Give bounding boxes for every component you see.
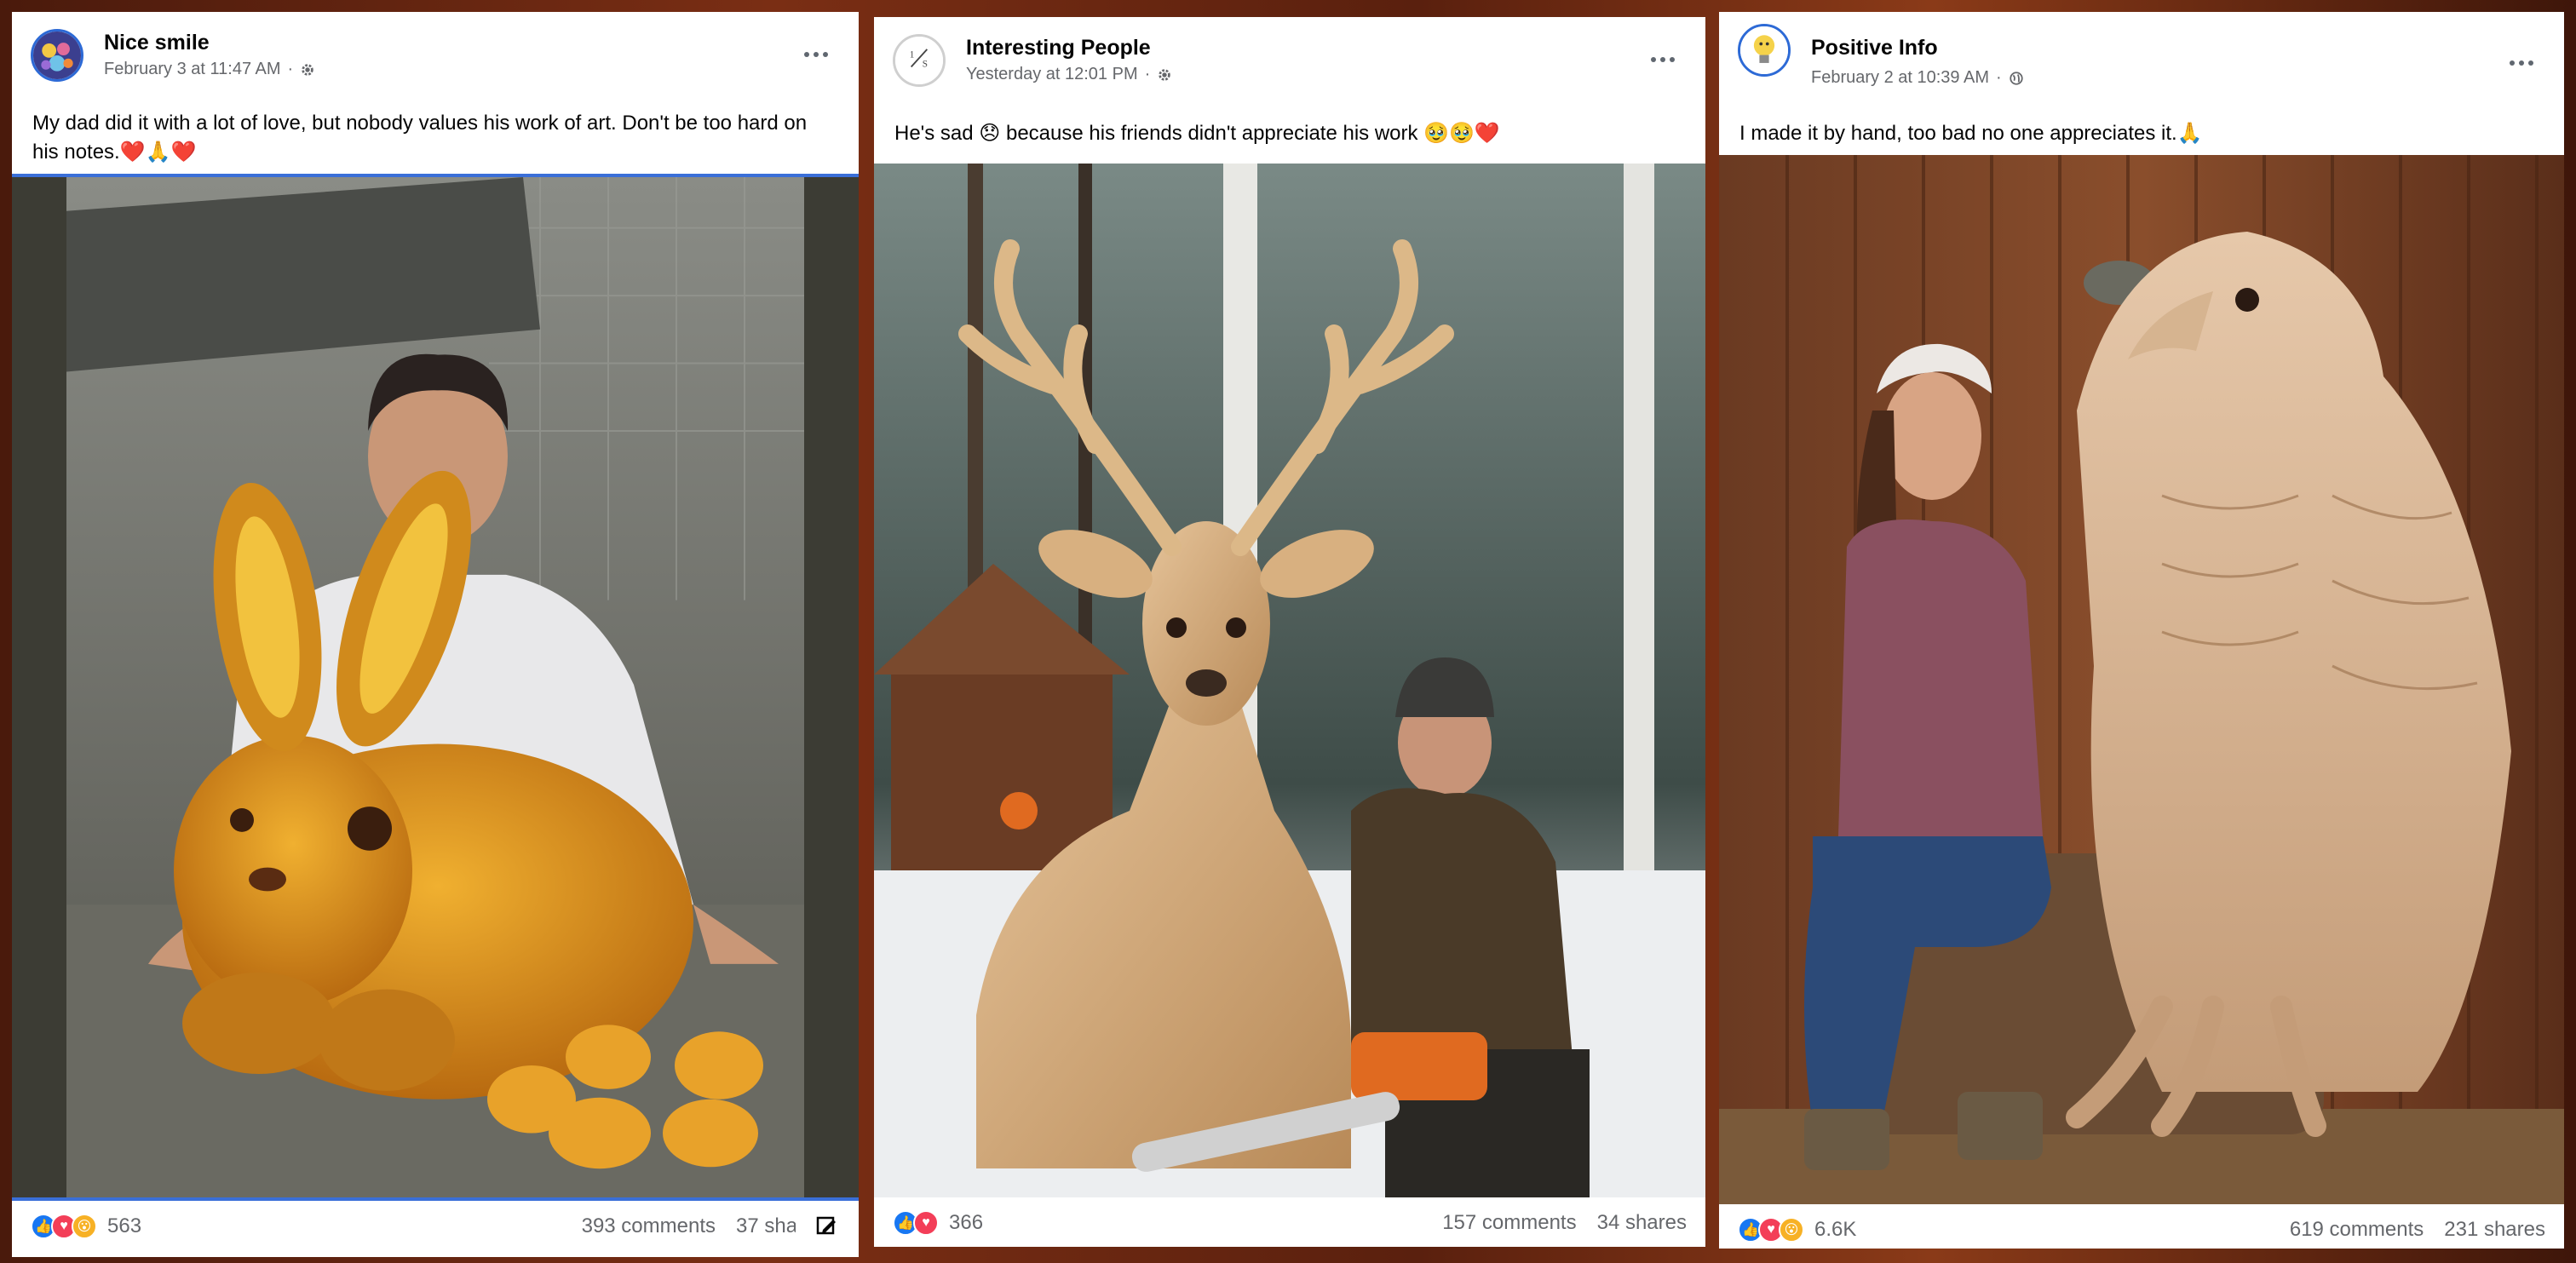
post-meta: February 3 at 11:47 AM · xyxy=(104,60,315,79)
shares-count[interactable]: 34 shares xyxy=(1597,1211,1687,1235)
edit-icon[interactable] xyxy=(813,1213,840,1240)
post-timestamp[interactable]: Yesterday at 12:01 PM xyxy=(966,65,1138,84)
post-card-nice-smile: Nice smile February 3 at 11:47 AM · My d… xyxy=(12,12,859,1257)
bread-bunny-photo xyxy=(12,177,859,1197)
more-dot-icon xyxy=(804,52,809,57)
page-name[interactable]: Positive Info xyxy=(1811,36,1938,60)
post-footer: 👍 ♥ 😮 563 393 comments 37 shares xyxy=(12,1201,859,1252)
meta-separator: · xyxy=(1996,68,2002,87)
post-meta: Yesterday at 12:01 PM · xyxy=(966,65,1172,84)
more-dot-icon xyxy=(814,52,819,57)
post-footer: 👍 ♥ 😮 6.6K 619 comments 231 shares xyxy=(1719,1204,2564,1249)
post-header: 1 S Interesting People Yesterday at 12:0… xyxy=(874,17,1705,87)
reaction-icons[interactable]: 👍 ♥ 😮 xyxy=(31,1214,97,1239)
more-dot-icon xyxy=(1651,57,1656,62)
post-caption: My dad did it with a lot of love, but no… xyxy=(32,112,808,164)
reaction-icons[interactable]: 👍 ♥ xyxy=(893,1210,939,1236)
love-icon: ♥ xyxy=(913,1210,939,1236)
reaction-count[interactable]: 366 xyxy=(949,1211,983,1235)
post-caption: He's sad 😞 because his friends didn't ap… xyxy=(894,122,1500,145)
more-options-button[interactable] xyxy=(1646,49,1680,70)
comments-count[interactable]: 393 comments xyxy=(582,1214,716,1238)
shares-count[interactable]: 231 shares xyxy=(2444,1218,2545,1242)
comments-count[interactable]: 619 comments xyxy=(2290,1218,2424,1242)
wooden-eagle-photo xyxy=(1719,155,2564,1204)
reaction-count[interactable]: 6.6K xyxy=(1814,1218,1856,1242)
post-caption: I made it by hand, too bad no one apprec… xyxy=(1739,122,2203,145)
post-header: Nice smile February 3 at 11:47 AM · xyxy=(12,12,859,82)
page-name[interactable]: Interesting People xyxy=(966,36,1151,60)
meta-separator: · xyxy=(1144,65,1151,83)
more-options-button[interactable] xyxy=(2504,53,2539,73)
lightbulb-icon xyxy=(1740,26,1788,74)
post-photo[interactable] xyxy=(12,174,859,1201)
meta-separator: · xyxy=(287,60,294,78)
more-dot-icon xyxy=(1660,57,1665,62)
svg-text:1: 1 xyxy=(910,49,915,60)
wooden-deer-photo xyxy=(874,164,1705,1197)
shares-count[interactable]: 37 shares xyxy=(736,1214,796,1238)
post-footer: 👍 ♥ 366 157 comments 34 shares xyxy=(874,1197,1705,1247)
svg-text:S: S xyxy=(923,59,928,69)
more-options-button[interactable] xyxy=(799,44,833,65)
page-avatar[interactable]: 1 S xyxy=(893,34,946,87)
gear-icon xyxy=(1159,68,1171,81)
pencil-icon xyxy=(816,1216,836,1235)
wow-icon: 😮 xyxy=(1779,1217,1804,1243)
reaction-count[interactable]: 563 xyxy=(107,1214,141,1238)
post-header: Positive Info February 2 at 10:39 AM · xyxy=(1719,12,2564,87)
more-dot-icon xyxy=(2510,60,2515,66)
post-meta: February 2 at 10:39 AM · xyxy=(1811,68,2024,88)
more-dot-icon xyxy=(1670,57,1675,62)
wow-icon: 😮 xyxy=(72,1214,97,1239)
comments-count[interactable]: 157 comments xyxy=(1442,1211,1576,1235)
post-timestamp[interactable]: February 2 at 10:39 AM xyxy=(1811,68,1989,88)
globe-icon xyxy=(2010,71,2023,85)
post-timestamp[interactable]: February 3 at 11:47 AM xyxy=(104,60,281,79)
page-avatar[interactable] xyxy=(1738,24,1791,77)
page-avatar[interactable] xyxy=(31,29,83,82)
post-card-interesting-people: 1 S Interesting People Yesterday at 12:0… xyxy=(874,17,1705,1247)
more-dot-icon xyxy=(2519,60,2524,66)
post-card-positive-info: Positive Info February 2 at 10:39 AM · I… xyxy=(1719,12,2564,1249)
page-name[interactable]: Nice smile xyxy=(104,31,210,55)
more-dot-icon xyxy=(823,52,828,57)
avatar-image xyxy=(33,32,81,79)
post-photo[interactable] xyxy=(1719,155,2564,1204)
avatar-image: 1 S xyxy=(895,37,943,84)
reaction-icons[interactable]: 👍 ♥ 😮 xyxy=(1738,1217,1804,1243)
gear-icon xyxy=(302,63,313,76)
post-photo[interactable] xyxy=(874,164,1705,1197)
more-dot-icon xyxy=(2528,60,2533,66)
